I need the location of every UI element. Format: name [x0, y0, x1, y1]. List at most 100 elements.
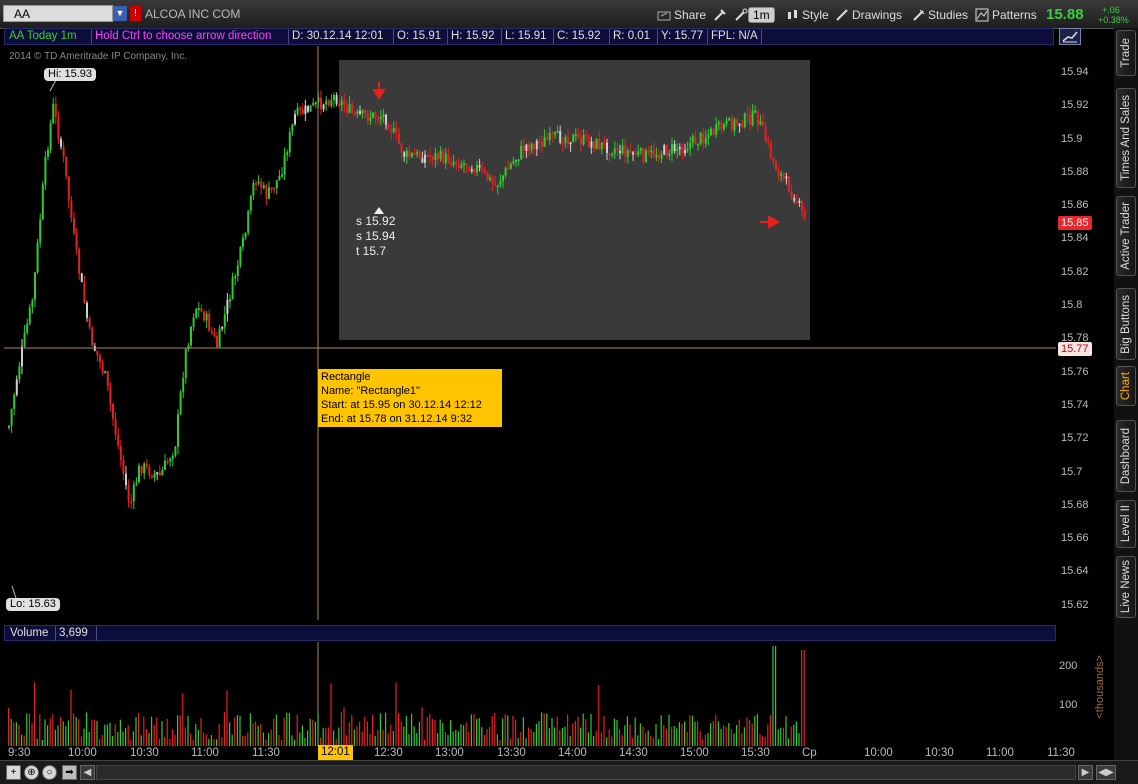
volume-bar	[730, 729, 732, 746]
volume-bar	[580, 727, 582, 746]
timeframe-button[interactable]: 1m	[748, 7, 775, 23]
volume-bar	[660, 715, 662, 746]
volume-bar	[359, 721, 361, 746]
candle-body	[736, 119, 738, 124]
candle-body	[733, 119, 736, 131]
volume-bar	[616, 720, 618, 746]
candle-body	[364, 109, 367, 114]
candle-body	[213, 332, 216, 336]
magnifier-button[interactable]: ○	[42, 765, 57, 780]
volume-bar	[613, 718, 615, 746]
volume-bar	[658, 739, 660, 746]
volume-bar	[234, 717, 236, 746]
candle-body	[509, 163, 512, 169]
net-change: +.06	[1102, 5, 1120, 15]
patterns-button[interactable]: Patterns	[970, 5, 1042, 25]
volume-bar	[231, 734, 233, 746]
style-button[interactable]: Style	[782, 5, 834, 25]
volume-bar	[54, 730, 56, 746]
volume-bar	[772, 646, 774, 746]
scroll-right-icon: ➡	[65, 767, 74, 778]
volume-bar	[62, 721, 64, 746]
volume-bar	[325, 728, 327, 746]
alert-flag-icon[interactable]: !	[130, 6, 141, 21]
volume-bar	[338, 727, 340, 746]
studies-label: Studies	[928, 8, 969, 22]
horizontal-scrollbar[interactable]	[96, 765, 1076, 780]
volume-bar	[793, 724, 795, 746]
chevron-right-icon: ▶	[1081, 767, 1090, 778]
volume-chart[interactable]	[4, 642, 1056, 746]
candle-body	[499, 181, 502, 186]
candle-body	[707, 135, 710, 138]
tab-times-and-sales[interactable]: Times And Sales	[1116, 88, 1136, 188]
tab-live-news[interactable]: Live News	[1116, 556, 1136, 618]
volume-bar	[663, 725, 665, 746]
volume-bar	[626, 716, 628, 746]
tab-chart[interactable]: Chart	[1116, 366, 1136, 406]
tab-big-buttons[interactable]: Big Buttons	[1116, 288, 1136, 360]
zoom-in-button[interactable]: +	[6, 765, 21, 780]
volume-bar	[684, 721, 686, 746]
tab-label: Big Buttons	[1120, 294, 1132, 354]
volume-bar	[775, 646, 777, 746]
candle-body	[598, 139, 601, 150]
volume-bar	[333, 730, 335, 746]
volume-bar	[114, 724, 116, 746]
volume-bar	[543, 713, 545, 746]
volume-bar	[138, 712, 140, 746]
share-button[interactable]: Share	[652, 5, 711, 25]
trend-line-button[interactable]	[1059, 28, 1081, 45]
price-chart[interactable]	[4, 46, 1056, 620]
candle-body	[694, 136, 697, 145]
volume-bar	[317, 712, 319, 746]
volume-bar	[647, 730, 649, 746]
expand-button[interactable]: ◀▶	[1096, 765, 1116, 780]
studies-button[interactable]: Studies	[906, 5, 973, 25]
candle-body	[725, 120, 728, 124]
candle-body	[489, 177, 491, 181]
candle-body	[314, 102, 317, 105]
tab-trade[interactable]: Trade	[1116, 30, 1136, 76]
tab-active-trader[interactable]: Active Trader	[1116, 196, 1136, 276]
note-line: s 15.92	[356, 214, 396, 228]
drawings-button[interactable]: Drawings	[830, 5, 907, 25]
scroll-right-arrow[interactable]: ▶	[1078, 765, 1093, 780]
volume-bar	[431, 718, 433, 746]
candle-body	[122, 459, 125, 474]
company-name: ALCOA INC COM	[145, 7, 241, 21]
annotation-note[interactable]: s 15.92 s 15.94 t 15.7	[356, 214, 395, 259]
volume-bar	[252, 722, 254, 746]
candle-body	[62, 146, 65, 157]
scroll-left-arrow[interactable]: ◀	[80, 765, 95, 780]
candle-body	[626, 150, 629, 157]
volume-bar	[767, 724, 769, 746]
candle-body	[229, 299, 231, 302]
scroll-right-button[interactable]: ➡	[62, 765, 77, 780]
tab-level-ii[interactable]: Level II	[1116, 500, 1136, 548]
symbol-input[interactable]: AA	[3, 5, 113, 22]
crosshair-button[interactable]: ⊕	[24, 765, 39, 780]
volume-bar	[699, 731, 701, 746]
candle-body	[377, 117, 380, 120]
volume-bar	[634, 717, 636, 746]
candle-body	[642, 148, 645, 163]
volume-bar	[75, 717, 77, 746]
drawn-rectangle[interactable]	[339, 60, 810, 340]
candle-body	[717, 122, 720, 125]
candle-body	[138, 465, 140, 483]
candle-body	[156, 472, 159, 475]
symbol-dropdown-icon[interactable]: ▼	[113, 6, 127, 21]
tab-dashboard[interactable]: Dashboard	[1116, 420, 1136, 492]
volume-bar	[109, 722, 111, 746]
expand-icon: ◀▶	[1098, 767, 1114, 778]
volume-bar	[751, 723, 753, 746]
candle-body	[689, 142, 692, 149]
candle-body	[790, 192, 793, 198]
candle-body	[119, 445, 122, 460]
candle-body	[10, 408, 13, 426]
candle-body	[114, 419, 117, 435]
volume-bar	[559, 730, 561, 746]
candle-body	[153, 473, 156, 478]
volume-bar	[8, 708, 10, 746]
